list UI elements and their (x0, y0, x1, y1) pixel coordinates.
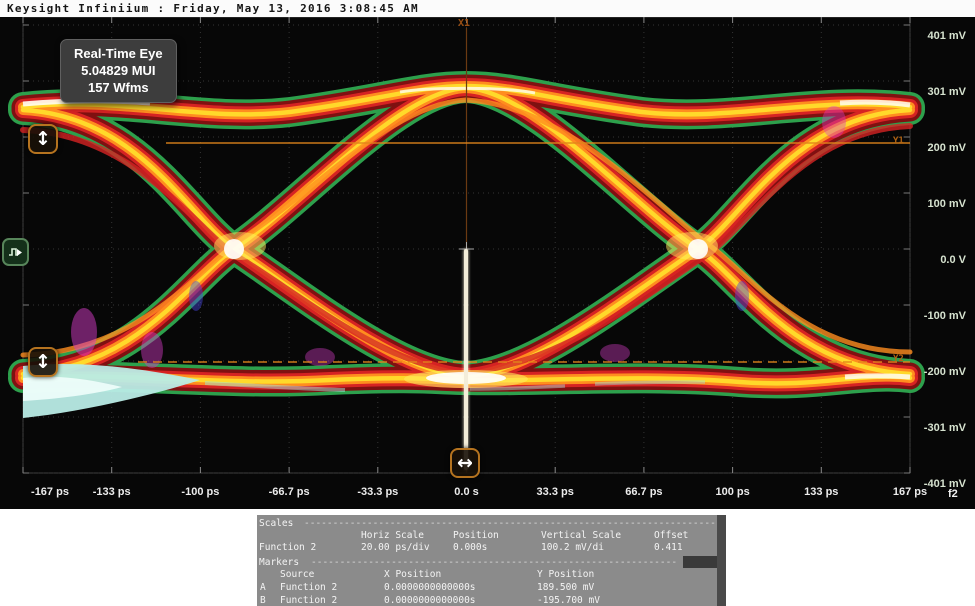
window-title: Keysight Infiniium : Friday, May 13, 201… (7, 2, 419, 15)
x-axis-label: -133 ps (67, 486, 157, 498)
scales-row-horiz: 20.00 ps/div (361, 542, 430, 553)
marker-a-x: 0.0000000000000s (384, 582, 476, 593)
markers-rule: ----------------------------------------… (311, 557, 677, 568)
marker-a-source: Function 2 (280, 582, 337, 593)
scales-row-position: 0.000s (453, 542, 487, 553)
y-axis-label: 100 mV (927, 198, 966, 210)
channel-f2-label: f2 (948, 488, 958, 500)
y2-marker-drag-handle[interactable]: ↕ (28, 347, 58, 377)
scales-header-horiz: Horiz Scale (361, 530, 424, 541)
y2-marker-label: Y2 (893, 354, 904, 364)
y-axis-label: -301 mV (924, 422, 966, 434)
vertical-arrows-icon: ↕ (35, 130, 51, 149)
waveform-reference-button[interactable] (2, 238, 29, 266)
marker-x-position-line[interactable] (464, 249, 468, 470)
scales-header-position: Position (453, 530, 499, 541)
marker-a-id: A (260, 582, 266, 593)
x-axis-label: 100 ps (688, 486, 778, 498)
eye-mode-label: Real-Time Eye (74, 45, 163, 62)
x-axis-labels: -167 ps-133 ps-100 ps-66.7 ps-33.3 ps0.0… (0, 486, 915, 502)
y-axis-labels: 401 mV 301 mV 200 mV 100 mV 0.0 V -100 mV -200… (908, 17, 975, 509)
scales-row-source: Function 2 (259, 542, 316, 553)
marker-b-source: Function 2 (280, 595, 337, 606)
x1-marker-label: X1 (458, 18, 470, 29)
x-axis-label: 33.3 ps (510, 486, 600, 498)
results-panel: Scales ---------------------------------… (257, 515, 726, 606)
y-axis-label: 301 mV (927, 86, 966, 98)
y-axis-label: 200 mV (927, 142, 966, 154)
y1-marker-label: Y1 (893, 136, 904, 146)
markers-header-source: Source (280, 569, 314, 580)
x-axis-label: 66.7 ps (599, 486, 689, 498)
x-axis-label: 0.0 s (422, 486, 512, 498)
marker-b-y: -195.700 mV (537, 595, 600, 606)
y-axis-label: -100 mV (924, 310, 966, 322)
panel-vertical-scrollbar[interactable] (717, 515, 726, 606)
y-axis-label: 401 mV (927, 30, 966, 42)
vertical-arrows-icon: ↕ (35, 353, 51, 372)
x-axis-label: -33.3 ps (333, 486, 423, 498)
x-axis-label: 133 ps (776, 486, 866, 498)
x-marker-drag-handle[interactable]: ↔ (450, 448, 480, 478)
waveform-marker-icon (7, 244, 24, 261)
marker-a-y: 189.500 mV (537, 582, 594, 593)
x-axis-label: -100 ps (155, 486, 245, 498)
scales-header-offset: Offset (654, 530, 688, 541)
eye-interval-value: 5.04829 MUI (74, 62, 163, 79)
scales-row-offset: 0.411 (654, 542, 683, 553)
scales-rule: ----------------------------------------… (304, 518, 716, 529)
scales-row-vertical: 100.2 mV/di (541, 542, 604, 553)
marker-b-x: 0.0000000000000s (384, 595, 476, 606)
eye-waveform-count: 157 Wfms (74, 79, 163, 96)
markers-section-label: Markers (259, 557, 299, 568)
markers-header-x: X Position (384, 569, 441, 580)
y-axis-label: -401 mV (924, 478, 966, 490)
y-axis-label: 0.0 V (940, 254, 966, 266)
oscilloscope-screen: Keysight Infiniium : Friday, May 13, 201… (0, 0, 975, 606)
x-axis-label: -66.7 ps (244, 486, 334, 498)
marker-b-id: B (260, 595, 266, 606)
y-axis-label: -200 mV (924, 366, 966, 378)
eye-measurement-chip[interactable]: Real-Time Eye 5.04829 MUI 157 Wfms (60, 39, 177, 103)
horizontal-arrows-icon: ↔ (457, 454, 473, 473)
scales-header-vertical: Vertical Scale (541, 530, 621, 541)
y1-marker-drag-handle[interactable]: ↕ (28, 124, 58, 154)
window-title-bar: Keysight Infiniium : Friday, May 13, 201… (0, 0, 975, 17)
panel-scrollbar-thumb[interactable] (683, 556, 717, 568)
markers-header-y: Y Position (537, 569, 594, 580)
scales-section-label: Scales (259, 518, 293, 529)
